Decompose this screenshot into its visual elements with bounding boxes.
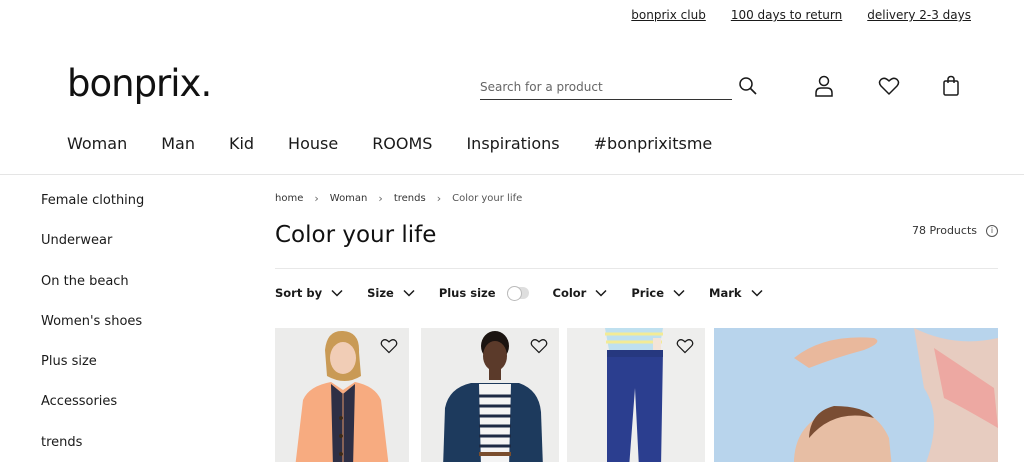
- nav-rooms[interactable]: ROOMS: [372, 134, 432, 153]
- nav-house[interactable]: House: [288, 134, 338, 153]
- breadcrumb-trends[interactable]: trends: [394, 193, 426, 204]
- sidebar-item-plus-size[interactable]: Plus size: [41, 353, 144, 393]
- sort-by-label: Sort by: [275, 286, 323, 300]
- bonprix-club-link[interactable]: bonprix club: [631, 8, 706, 22]
- breadcrumb: home › Woman › trends › Color your life: [275, 192, 522, 205]
- mark-label: Mark: [709, 286, 742, 300]
- chevron-down-icon: [331, 289, 343, 297]
- info-icon[interactable]: i: [986, 224, 998, 237]
- chevron-right-icon: ›: [314, 192, 319, 205]
- page-title: Color your life: [275, 222, 437, 248]
- breadcrumb-current: Color your life: [452, 193, 523, 204]
- nav-inspirations[interactable]: Inspirations: [466, 134, 559, 153]
- product-count: 78 Products i: [912, 224, 998, 237]
- main-nav: Woman Man Kid House ROOMS Inspirations #…: [67, 134, 712, 153]
- wishlist-heart-icon[interactable]: [380, 337, 398, 355]
- bag-icon[interactable]: [940, 75, 962, 97]
- user-icon[interactable]: [813, 75, 835, 97]
- chevron-right-icon: ›: [378, 192, 383, 205]
- search-icon[interactable]: [737, 75, 759, 97]
- delivery-link[interactable]: delivery 2-3 days: [867, 8, 971, 22]
- chevron-down-icon: [673, 289, 685, 297]
- nav-kid[interactable]: Kid: [229, 134, 254, 153]
- wishlist-heart-icon[interactable]: [530, 337, 548, 355]
- sidebar-item-on-the-beach[interactable]: On the beach: [41, 273, 144, 313]
- filter-bar: Sort by Size Plus size Color Price Mark: [275, 286, 787, 301]
- promo-image[interactable]: [714, 328, 998, 462]
- breadcrumb-home[interactable]: home: [275, 193, 303, 204]
- sidebar-item-womens-shoes[interactable]: Women's shoes: [41, 313, 144, 353]
- product-card[interactable]: [567, 328, 705, 462]
- chevron-down-icon: [403, 289, 415, 297]
- plus-size-label: Plus size: [438, 286, 496, 300]
- plus-size-filter[interactable]: Plus size: [438, 286, 529, 301]
- size-filter[interactable]: Size: [367, 286, 415, 300]
- color-filter[interactable]: Color: [553, 286, 608, 300]
- chevron-right-icon: ›: [436, 192, 442, 205]
- nav-bonprixitsme[interactable]: #bonprixitsme: [594, 134, 713, 153]
- chevron-down-icon: [595, 289, 607, 297]
- sidebar-item-female-clothing[interactable]: Female clothing: [41, 192, 144, 232]
- heart-icon[interactable]: [878, 75, 900, 97]
- product-card[interactable]: [275, 328, 409, 462]
- wishlist-heart-icon[interactable]: [676, 337, 694, 355]
- search-field: [480, 76, 732, 100]
- product-card[interactable]: [421, 328, 559, 462]
- chevron-down-icon: [751, 289, 763, 297]
- breadcrumb-woman[interactable]: Woman: [330, 193, 368, 204]
- sort-by-filter[interactable]: Sort by: [275, 286, 343, 300]
- price-filter[interactable]: Price: [631, 286, 685, 300]
- nav-woman[interactable]: Woman: [67, 134, 127, 153]
- returns-link[interactable]: 100 days to return: [731, 8, 842, 22]
- sidebar-item-accessories[interactable]: Accessories: [41, 393, 144, 433]
- search-input[interactable]: [480, 76, 732, 98]
- sidebar-item-underwear[interactable]: Underwear: [41, 232, 144, 272]
- nav-man[interactable]: Man: [161, 134, 195, 153]
- mark-filter[interactable]: Mark: [709, 286, 763, 300]
- color-label: Color: [552, 286, 587, 300]
- nav-divider: [0, 174, 1024, 175]
- service-links: bonprix club 100 days to return delivery…: [631, 8, 971, 22]
- bonprix-logo[interactable]: bonprix.: [67, 62, 212, 105]
- plus-size-toggle[interactable]: [506, 286, 529, 301]
- promo-photo: [714, 328, 998, 462]
- price-label: Price: [631, 286, 665, 300]
- title-divider: [275, 268, 998, 269]
- category-sidebar: Female clothing Underwear On the beach W…: [41, 192, 144, 462]
- size-label: Size: [367, 286, 394, 300]
- sidebar-item-trends[interactable]: trends: [41, 434, 144, 462]
- product-count-label: 78 Products: [912, 224, 977, 237]
